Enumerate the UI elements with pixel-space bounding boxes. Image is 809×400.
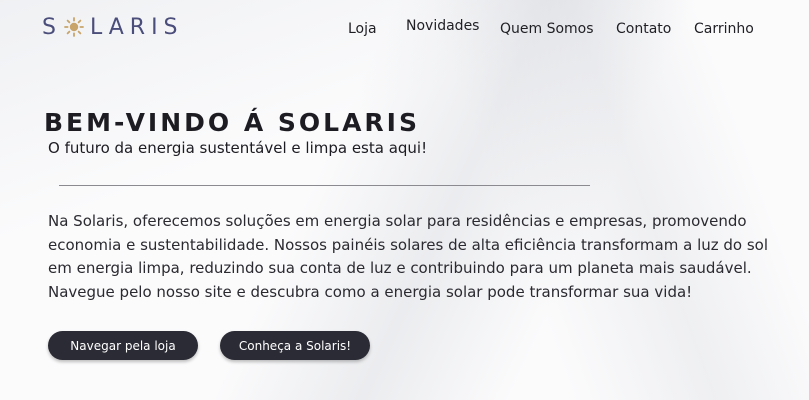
- nav-item-contato[interactable]: Contato: [616, 21, 671, 37]
- nav-item-carrinho[interactable]: Carrinho: [694, 21, 754, 37]
- divider: [59, 185, 590, 186]
- main-nav: Loja Novidades Quem Somos Contato Carrin…: [0, 18, 809, 40]
- browse-shop-button[interactable]: Navegar pela loja: [48, 331, 198, 360]
- nav-item-loja[interactable]: Loja: [348, 21, 377, 37]
- hero-subtitle: O futuro da energia sustentável e limpa …: [48, 139, 428, 157]
- about-solaris-button[interactable]: Conheça a Solaris!: [220, 331, 370, 360]
- nav-item-novidades[interactable]: Novidades: [406, 18, 479, 34]
- page: S LARIS Loja Novidades Quem Somos Contat…: [0, 0, 809, 400]
- hero-description: Na Solaris, oferecemos soluções em energ…: [48, 212, 769, 301]
- hero-title: BEM-VINDO Á SOLARIS: [44, 108, 420, 137]
- nav-item-quem-somos[interactable]: Quem Somos: [500, 21, 594, 37]
